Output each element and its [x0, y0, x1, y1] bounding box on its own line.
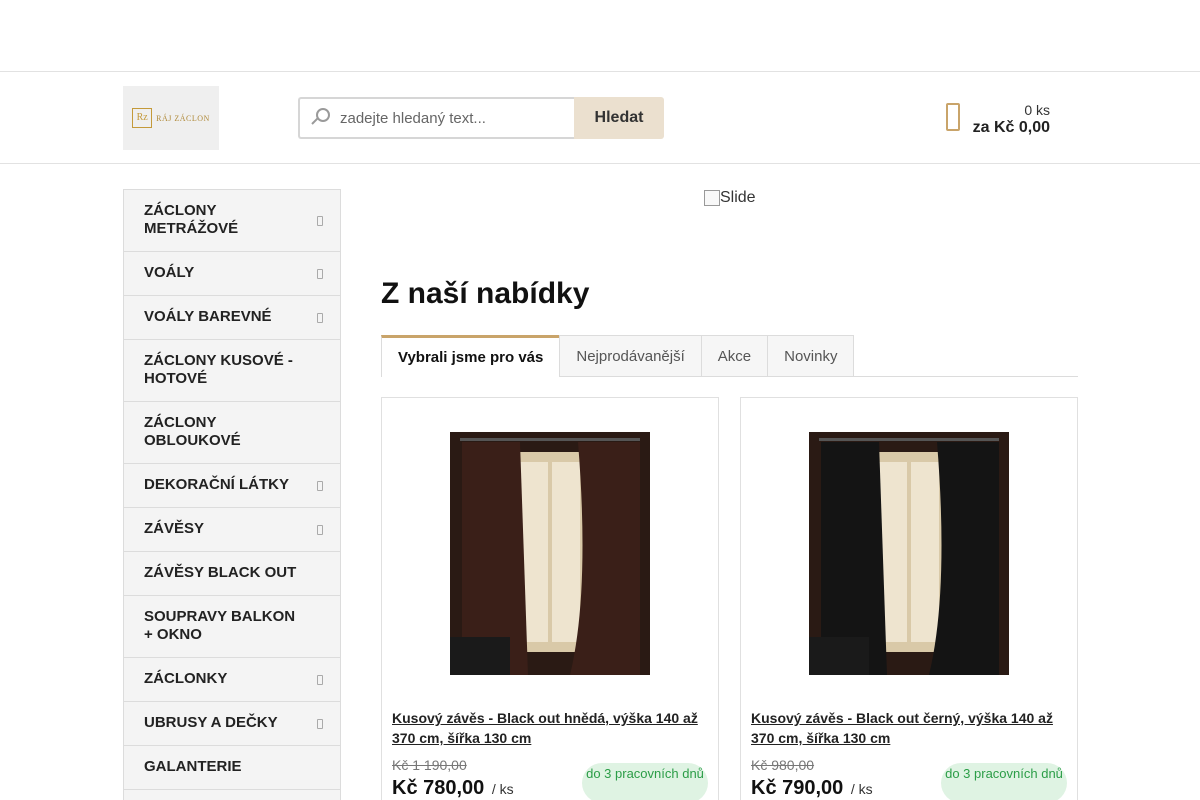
sidebar-category[interactable]: KOBERCE A	[124, 790, 340, 800]
sidebar-category-label: GALANTERIE	[144, 758, 242, 775]
sidebar-category[interactable]: VOÁLY BAREVNÉ	[124, 296, 340, 340]
search-form: Hledat	[298, 97, 664, 139]
sidebar-category[interactable]: ZÁCLONY OBLOUKOVÉ	[124, 402, 340, 464]
product-image[interactable]	[450, 432, 650, 675]
product-price: Kč 790,00	[751, 777, 844, 799]
slide-alt-text: Slide	[720, 189, 756, 206]
submenu-chevron-icon	[317, 674, 323, 685]
search-icon	[310, 107, 332, 129]
submenu-chevron-icon	[317, 480, 323, 491]
product-price: Kč 780,00	[392, 777, 485, 799]
product-old-price: Kč 980,00	[751, 757, 815, 773]
sidebar-category-label: DEKORAČNÍ LÁTKY	[144, 476, 289, 493]
logo-mark: Rz	[132, 108, 153, 128]
broken-image-icon	[704, 190, 720, 206]
sidebar-category-label: VOÁLY BAREVNÉ	[144, 308, 272, 325]
product-price-row: Kč 790,00 / ks	[751, 777, 873, 800]
availability-badge: do 3 pracovních dnů	[582, 763, 708, 800]
tab-bestsellers[interactable]: Nejprodávanější	[559, 335, 702, 376]
tab-new[interactable]: Novinky	[767, 335, 855, 376]
sidebar-category[interactable]: SOUPRAVY BALKON + OKNO	[124, 596, 340, 658]
product-name-link[interactable]: Kusový závěs - Black out hnědá, výška 14…	[392, 708, 710, 748]
sidebar-category-label: UBRUSY A DEČKY	[144, 714, 278, 731]
sidebar-category[interactable]: UBRUSY A DEČKY	[124, 702, 340, 746]
product-old-price: Kč 1 190,00	[392, 757, 467, 773]
product-unit: / ks	[491, 781, 514, 797]
sidebar-category[interactable]: ZÁCLONY KUSOVÉ - HOTOVÉ	[124, 340, 340, 402]
submenu-chevron-icon	[317, 268, 323, 279]
submenu-chevron-icon	[317, 312, 323, 323]
site-header: Rz RÁJ ZÁCLON Hledat 0 ks za Kč 0,00	[0, 73, 1200, 164]
sidebar-category-label: ZÁCLONY KUSOVÉ - HOTOVÉ	[144, 352, 293, 387]
slide-image[interactable]: Slide	[704, 189, 756, 207]
product-price-row: Kč 780,00 / ks	[392, 777, 514, 800]
sidebar-category-label: ZÁVĚSY	[144, 520, 205, 537]
tab-selected[interactable]: Vybrali jsme pro vás	[381, 335, 561, 377]
sidebar-category-label: VOÁLY	[144, 264, 195, 281]
sidebar-category-label: ZÁCLONKY	[144, 670, 228, 687]
search-box	[298, 97, 574, 139]
availability-badge: do 3 pracovních dnů	[941, 763, 1067, 800]
sidebar-category[interactable]: ZÁVĚSY	[124, 508, 340, 552]
sidebar-category-label: SOUPRAVY BALKON + OKNO	[144, 608, 296, 643]
sidebar-category[interactable]: ZÁVĚSY BLACK OUT	[124, 552, 340, 596]
submenu-chevron-icon	[317, 718, 323, 729]
search-button[interactable]: Hledat	[574, 97, 664, 139]
product-image[interactable]	[809, 432, 1009, 675]
product-grid: Kusový závěs - Black out hnědá, výška 14…	[381, 397, 1078, 800]
cart-total: za Kč 0,00	[972, 119, 1050, 136]
product-card[interactable]: Kusový závěs - Black out černý, výška 14…	[740, 397, 1078, 800]
product-name-link[interactable]: Kusový závěs - Black out černý, výška 14…	[751, 708, 1069, 748]
logo-name: RÁJ ZÁCLON	[156, 113, 210, 123]
category-sidebar: ZÁCLONY METRÁŽOVÉ VOÁLY VOÁLY BAREVNÉ ZÁCLO…	[123, 189, 341, 800]
product-card[interactable]: Kusový závěs - Black out hnědá, výška 14…	[381, 397, 719, 800]
submenu-chevron-icon	[317, 524, 323, 535]
cart-count: 0 ks	[1024, 102, 1050, 118]
tab-sale[interactable]: Akce	[700, 335, 769, 376]
cart-icon	[946, 103, 960, 131]
sidebar-category[interactable]: ZÁCLONY METRÁŽOVÉ	[124, 190, 340, 252]
product-unit: / ks	[850, 781, 873, 797]
top-strip	[0, 0, 1200, 72]
site-logo[interactable]: Rz RÁJ ZÁCLON	[123, 86, 219, 150]
sidebar-category-label: ZÁCLONY METRÁŽOVÉ	[144, 202, 239, 237]
sidebar-category-label: ZÁVĚSY BLACK OUT	[144, 564, 297, 581]
product-tabs: Vybrali jsme pro vás Nejprodávanější Akce N…	[381, 335, 1078, 377]
sidebar-category[interactable]: VOÁLY	[124, 252, 340, 296]
submenu-chevron-icon	[317, 215, 323, 226]
sidebar-category-label: ZÁCLONY OBLOUKOVÉ	[144, 414, 241, 449]
sidebar-category[interactable]: GALANTERIE	[124, 746, 340, 790]
search-input[interactable]	[340, 109, 560, 127]
cart-widget[interactable]: 0 ks za Kč 0,00	[940, 97, 1050, 141]
section-title: Z naší nabídky	[381, 277, 590, 310]
sidebar-category[interactable]: ZÁCLONKY	[124, 658, 340, 702]
sidebar-category[interactable]: DEKORAČNÍ LÁTKY	[124, 464, 340, 508]
